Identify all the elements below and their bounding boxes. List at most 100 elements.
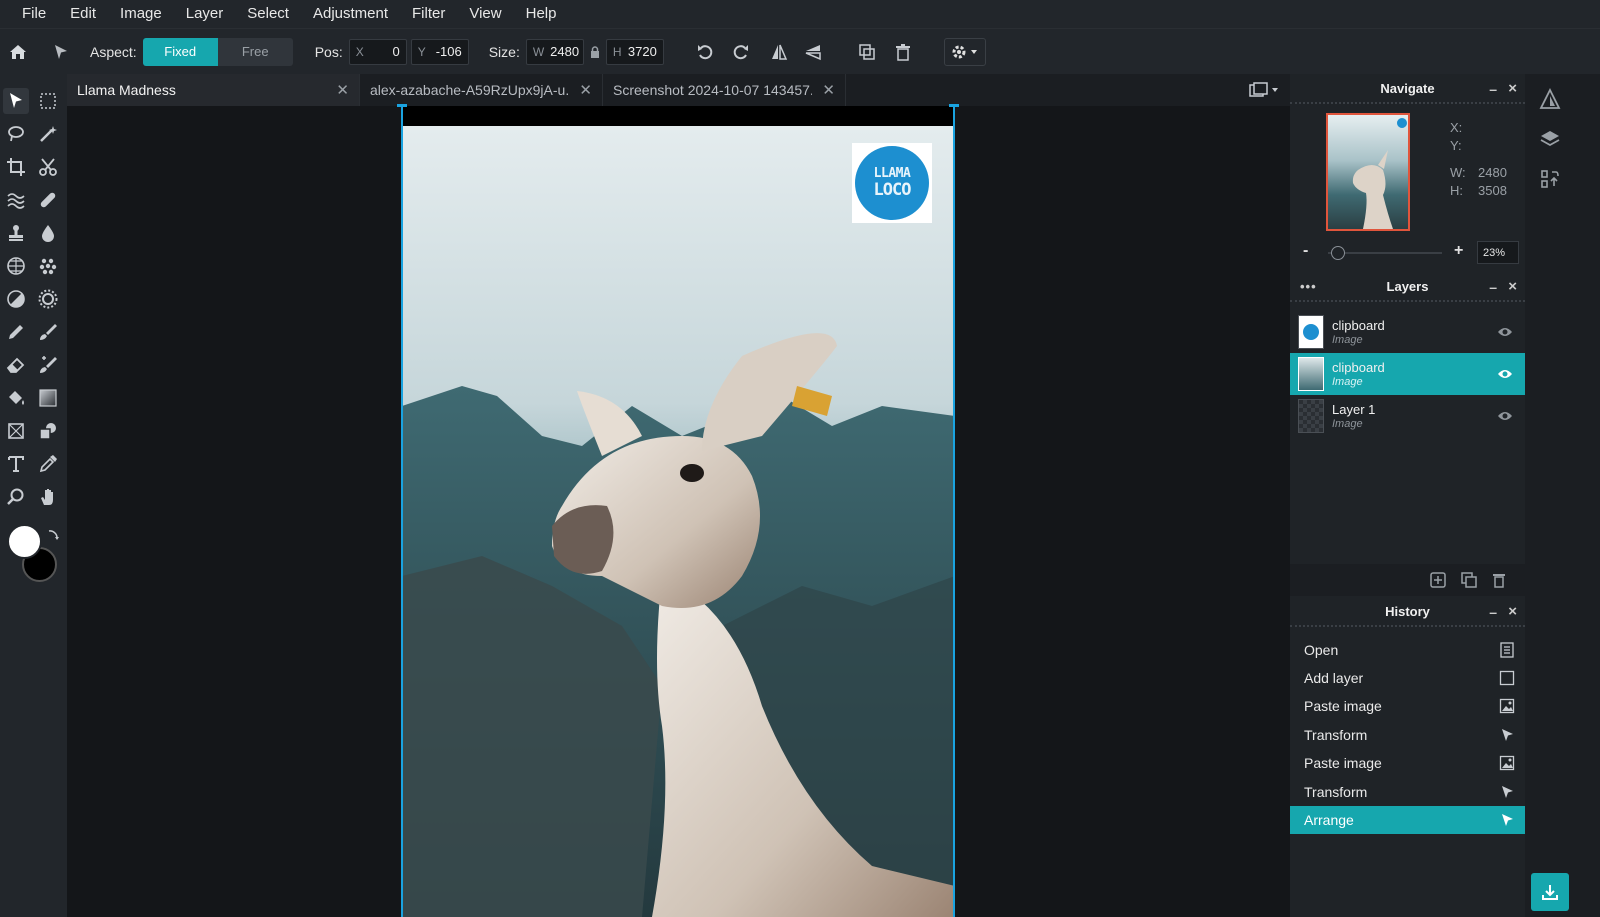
menu-view[interactable]: View (457, 0, 513, 28)
menu-select[interactable]: Select (235, 0, 301, 28)
zoom-out-button[interactable]: - (1303, 242, 1308, 260)
visibility-eye-icon[interactable] (1497, 409, 1513, 427)
transform-handle-top-right[interactable] (949, 104, 959, 107)
tab-llama-madness[interactable]: Llama Madness ✕ (67, 74, 360, 106)
close-icon[interactable]: ✕ (822, 81, 835, 99)
layers-panel-icon[interactable] (1539, 128, 1561, 155)
eraser-tool[interactable] (3, 352, 29, 378)
history-item-add-layer[interactable]: Add layer (1290, 664, 1525, 692)
menu-help[interactable]: Help (514, 0, 569, 28)
lasso-tool[interactable] (3, 121, 29, 147)
history-item-transform-2[interactable]: Transform (1290, 778, 1525, 806)
trash-icon[interactable] (888, 43, 918, 61)
adjust-panel-icon[interactable] (1539, 168, 1561, 195)
duplicate-icon[interactable] (852, 43, 882, 61)
aspect-free-button[interactable]: Free (217, 37, 293, 66)
cut-tool[interactable] (35, 154, 61, 180)
close-icon[interactable]: ✕ (579, 81, 592, 99)
history-item-paste-image[interactable]: Paste image (1290, 692, 1525, 720)
shapes-tool[interactable] (35, 418, 61, 444)
close-icon[interactable]: × (1508, 278, 1517, 295)
move-tool-icon[interactable] (46, 43, 76, 61)
options-toolbar: Aspect: Fixed Free Pos: X 0 Y -106 Size:… (0, 28, 1600, 74)
menu-adjustment[interactable]: Adjustment (301, 0, 400, 28)
transform-edge-left[interactable] (401, 106, 403, 917)
pos-y-input[interactable]: Y -106 (410, 38, 469, 65)
visibility-eye-icon[interactable] (1497, 367, 1513, 385)
history-item-paste-image-2[interactable]: Paste image (1290, 749, 1525, 777)
sponge-tool[interactable] (35, 253, 61, 279)
flip-horizontal-icon[interactable] (764, 43, 794, 61)
undo-icon[interactable] (690, 43, 720, 61)
window-arrange-icon[interactable] (1248, 81, 1280, 99)
minimize-icon[interactable]: – (1489, 604, 1497, 620)
healing-tool[interactable] (35, 187, 61, 213)
paint-bucket-icon (9, 391, 24, 405)
minimize-icon[interactable]: – (1489, 81, 1497, 97)
zoom-slider-knob[interactable] (1331, 246, 1345, 260)
liquify-tool[interactable] (3, 187, 29, 213)
zoom-slider[interactable] (1328, 246, 1442, 260)
transform-handle-top-left[interactable] (397, 104, 407, 107)
size-height-input[interactable]: H 3720 (605, 38, 664, 65)
settings-dropdown-icon[interactable] (943, 37, 986, 66)
flip-vertical-icon[interactable] (798, 43, 828, 61)
close-icon[interactable]: × (1508, 80, 1517, 97)
marquee-tool[interactable] (35, 88, 61, 114)
menu-layer[interactable]: Layer (174, 0, 236, 28)
pencil-tool[interactable] (3, 319, 29, 345)
visibility-eye-icon[interactable] (1497, 325, 1513, 343)
clone-stamp-tool[interactable] (3, 220, 29, 246)
foreground-color-swatch[interactable] (7, 524, 42, 559)
close-icon[interactable]: × (1508, 603, 1517, 620)
tab-screenshot[interactable]: Screenshot 2024-10-07 143457... ✕ (603, 74, 846, 106)
shape-tool[interactable] (3, 418, 29, 444)
eyedropper-tool[interactable] (35, 451, 61, 477)
crop-tool[interactable] (3, 154, 29, 180)
delete-layer-icon[interactable] (1492, 572, 1506, 593)
dodge-burn-tool[interactable] (3, 286, 29, 312)
text-tool[interactable] (3, 451, 29, 477)
menu-filter[interactable]: Filter (400, 0, 457, 28)
close-icon[interactable]: ✕ (336, 81, 349, 99)
layers-menu-icon[interactable]: ••• (1300, 279, 1317, 294)
move-tool[interactable] (3, 88, 29, 114)
document-canvas[interactable]: LLAMA LOCO (402, 106, 955, 917)
add-layer-icon[interactable] (1430, 572, 1446, 593)
brush-tool[interactable] (35, 319, 61, 345)
swap-colors-icon[interactable] (46, 528, 60, 542)
blur-tool[interactable] (35, 220, 61, 246)
pattern-tool[interactable] (3, 253, 29, 279)
history-item-arrange[interactable]: Arrange (1290, 806, 1525, 834)
layer-row-layer-1[interactable]: Layer 1 Image (1290, 395, 1525, 437)
minimize-icon[interactable]: – (1489, 279, 1497, 295)
aspect-fixed-button[interactable]: Fixed (142, 37, 218, 66)
pos-x-input[interactable]: X 0 (348, 38, 407, 65)
redo-icon[interactable] (726, 43, 756, 61)
sharpen-tool[interactable] (35, 286, 61, 312)
zoom-tool[interactable] (3, 484, 29, 510)
tab-alex-azabache[interactable]: alex-azabache-A59RzUpx9jA-u... ✕ (360, 74, 603, 106)
lock-ratio-icon[interactable] (588, 45, 602, 58)
home-icon[interactable] (0, 42, 36, 62)
layer-row-clipboard-llama[interactable]: clipboard Image (1290, 353, 1525, 395)
duplicate-layer-icon[interactable] (1461, 572, 1477, 593)
menu-file[interactable]: File (10, 0, 58, 28)
layer-row-clipboard-logo[interactable]: clipboard Image (1290, 311, 1525, 353)
magic-wand-tool[interactable] (35, 121, 61, 147)
transform-edge-right[interactable] (953, 106, 955, 917)
navigate-thumbnail[interactable] (1326, 113, 1410, 231)
gradient-tool[interactable] (35, 385, 61, 411)
character-panel-icon[interactable] (1539, 87, 1561, 115)
hand-tool[interactable] (35, 484, 61, 510)
history-item-open[interactable]: Open (1290, 636, 1525, 664)
zoom-value-field[interactable]: 23% (1477, 241, 1519, 264)
color-replace-tool[interactable] (35, 352, 61, 378)
size-width-input[interactable]: W 2480 (525, 38, 584, 65)
menu-edit[interactable]: Edit (58, 0, 108, 28)
zoom-in-button[interactable]: + (1454, 242, 1463, 260)
history-item-transform[interactable]: Transform (1290, 721, 1525, 749)
menu-image[interactable]: Image (108, 0, 174, 28)
export-button[interactable] (1531, 873, 1569, 911)
fill-tool[interactable] (3, 385, 29, 411)
